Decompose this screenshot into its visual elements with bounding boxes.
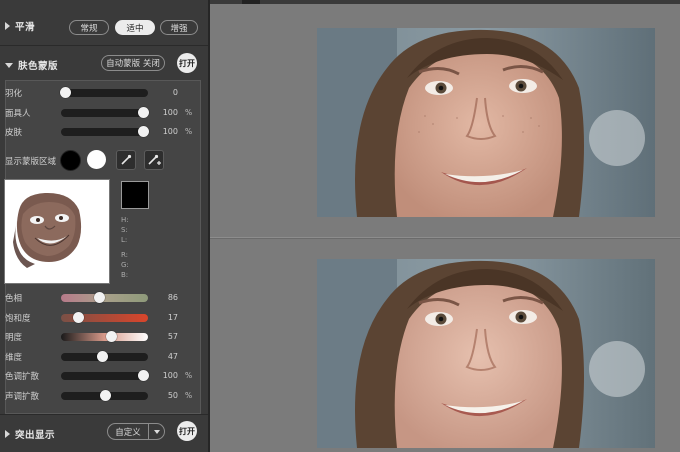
- green-readout-label: G:: [121, 261, 129, 269]
- slider-unit: %: [185, 127, 193, 136]
- slider-value: 86: [167, 293, 178, 302]
- black-mask-color-button[interactable]: [60, 150, 81, 171]
- eyedropper-plus-button[interactable]: [144, 150, 164, 170]
- slider-label: 皮肤: [5, 128, 23, 138]
- smooth-mode-medium-button[interactable]: 适中: [115, 20, 155, 35]
- blue-readout-label: B:: [121, 271, 129, 279]
- expand-arrow-icon[interactable]: [5, 430, 10, 438]
- preview-split-line: [210, 238, 680, 239]
- slider-track[interactable]: [61, 292, 148, 303]
- slider-thumb[interactable]: [94, 292, 106, 303]
- red-readout-label: R:: [121, 251, 129, 259]
- eyedropper-icon: [121, 154, 132, 165]
- eyedropper-plus-icon: [148, 154, 161, 165]
- after-photo: [317, 259, 655, 448]
- slider-label: 明度: [5, 333, 23, 343]
- collapse-arrow-icon[interactable]: [5, 62, 13, 68]
- slider-thumb[interactable]: [60, 87, 72, 98]
- chevron-down-icon[interactable]: [149, 429, 164, 434]
- slider-value: 100: [162, 127, 178, 136]
- panel-divider: [208, 0, 210, 452]
- dropdown-value: 自定义: [115, 427, 141, 438]
- slider-label: 色调扩散: [5, 372, 40, 382]
- mask-preview-image: [4, 179, 110, 284]
- adjustment-panel: 平滑 常规 适中 增强 肤色蒙版 自动蒙版 关闭 打开 羽化 0 面具人 100% 皮肤…: [0, 0, 208, 452]
- slider-label: 维度: [5, 352, 23, 363]
- slider-value: 17: [167, 312, 178, 322]
- toolbar-handle[interactable]: [242, 0, 260, 4]
- skin-mask-section-title: 肤色蒙版: [18, 61, 59, 72]
- eyedropper-button[interactable]: [116, 150, 136, 170]
- slider-label: 饱和度: [5, 313, 31, 324]
- slider-thumb[interactable]: [105, 331, 117, 342]
- slider-track[interactable]: [60, 87, 148, 98]
- smooth-mode-normal-button[interactable]: 常规: [69, 20, 109, 35]
- slider-value: 57: [167, 332, 178, 341]
- highlight-toggle-button[interactable]: 打开: [177, 421, 197, 441]
- slider-thumb[interactable]: [99, 389, 111, 401]
- skin-mask-toggle-button[interactable]: 打开: [177, 53, 197, 73]
- slider-track[interactable]: [61, 331, 148, 342]
- slider-track[interactable]: [61, 350, 148, 362]
- slider-thumb[interactable]: [137, 106, 149, 118]
- smooth-section-title: 平滑: [15, 22, 36, 33]
- slider-thumb[interactable]: [73, 311, 85, 323]
- show-mask-area-label: 显示蒙版区域: [5, 157, 57, 167]
- before-photo: [317, 28, 655, 217]
- slider-label: 声调扩散: [5, 391, 40, 402]
- slider-track[interactable]: [61, 311, 148, 323]
- slider-value: 100: [162, 107, 178, 117]
- lightness-readout-label: L:: [121, 236, 128, 244]
- slider-track[interactable]: [61, 106, 149, 118]
- saturation-readout-label: S:: [121, 226, 128, 234]
- highlight-preset-dropdown[interactable]: 自定义: [107, 423, 165, 440]
- slider-value: 100: [162, 371, 178, 380]
- top-toolbar-strip: [210, 0, 680, 4]
- slider-unit: %: [185, 371, 193, 380]
- slider-label: 色相: [5, 294, 23, 304]
- slider-label: 面具人: [5, 108, 31, 119]
- section-divider: [0, 414, 208, 415]
- slider-value: 50: [167, 390, 178, 400]
- expand-arrow-icon[interactable]: [5, 22, 10, 30]
- white-mask-color-button[interactable]: [87, 150, 106, 169]
- selected-color-swatch: [121, 181, 149, 209]
- auto-mask-button[interactable]: 自动蒙版 关闭: [101, 55, 165, 71]
- slider-value: 47: [167, 351, 178, 361]
- slider-thumb[interactable]: [137, 370, 149, 381]
- slider-unit: %: [185, 107, 193, 117]
- hue-readout-label: H:: [121, 216, 129, 224]
- slider-track[interactable]: [61, 126, 149, 137]
- slider-thumb[interactable]: [137, 126, 149, 137]
- slider-thumb[interactable]: [96, 350, 108, 362]
- smooth-mode-strong-button[interactable]: 增强: [160, 20, 198, 35]
- section-divider: [0, 45, 208, 46]
- slider-track[interactable]: [61, 389, 148, 401]
- slider-value: 0: [172, 88, 178, 97]
- slider-unit: %: [185, 390, 193, 400]
- highlight-section-title: 突出显示: [15, 430, 56, 441]
- slider-track[interactable]: [61, 370, 149, 381]
- slider-label: 羽化: [5, 89, 23, 99]
